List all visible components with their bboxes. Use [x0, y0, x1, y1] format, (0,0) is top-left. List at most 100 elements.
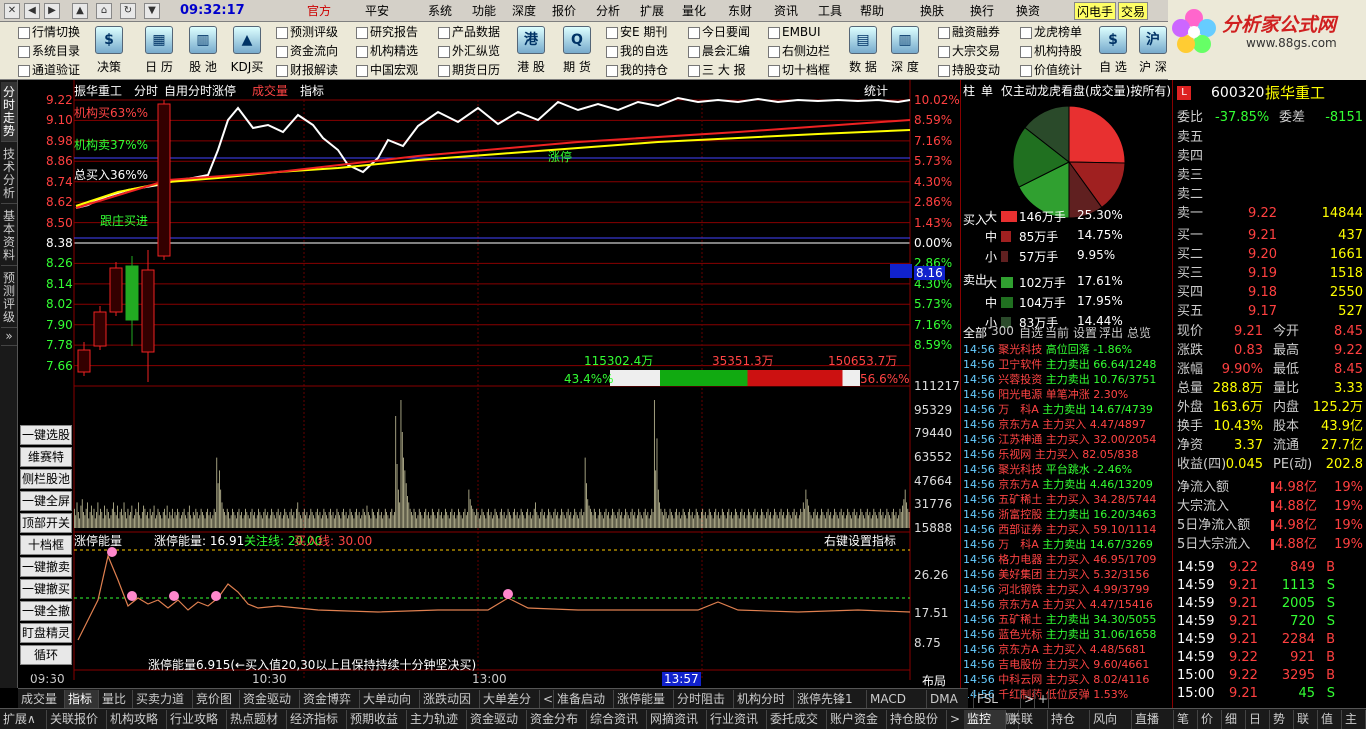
status-right-tab-7[interactable]: 细: [1222, 710, 1246, 729]
chart-header-1[interactable]: 分时: [134, 82, 158, 99]
monitor-row[interactable]: 14:56 吉电股份 主力买入 9.60/4661: [963, 657, 1171, 672]
indicator-tab-7[interactable]: 大单动向: [360, 690, 420, 708]
indicator-tab-10[interactable]: <: [540, 690, 554, 708]
stats-button[interactable]: 统计: [864, 82, 888, 99]
toolbar-button-4[interactable]: 港港 股: [506, 24, 556, 78]
toolbar-check-4-1[interactable]: 我的自选: [604, 43, 668, 60]
home-icon[interactable]: ⌂: [96, 3, 112, 19]
menu-item-6[interactable]: 分析: [592, 2, 624, 20]
status-right-tab-3[interactable]: 风向: [1090, 710, 1132, 729]
indicator-tab-13[interactable]: 分时阻击: [674, 690, 734, 708]
down-icon[interactable]: ▼: [144, 3, 160, 19]
toolbar-check-7-1[interactable]: 大宗交易: [936, 43, 1000, 60]
status-right-tab-1[interactable]: 关联: [1006, 710, 1048, 729]
chart-header-2[interactable]: 自用分时涨停: [164, 82, 236, 99]
bid-row[interactable]: 买二 9.20 1661: [1175, 245, 1365, 264]
toolbar-check-0-0[interactable]: 行情切换: [16, 24, 80, 41]
indicator-tab-11[interactable]: 准备启动: [554, 690, 614, 708]
toolbar-check-1-1[interactable]: 资金流向: [274, 43, 338, 60]
monitor-filter-2[interactable]: 自选: [1019, 324, 1043, 341]
quick-button-8[interactable]: 一键全撤: [20, 601, 72, 621]
monitor-filter-4[interactable]: 设置: [1073, 324, 1097, 341]
status-right-tab-11[interactable]: 值: [1318, 710, 1342, 729]
chart-header-3[interactable]: 成交量: [252, 82, 288, 99]
menu-item-13[interactable]: 换肤: [916, 2, 948, 20]
toolbar-check-1-2[interactable]: 财报解读: [274, 62, 338, 79]
up-icon[interactable]: ▲: [72, 3, 88, 19]
bid-row[interactable]: 买四 9.18 2550: [1175, 283, 1365, 302]
toolbar-check-6-2[interactable]: 切十档框: [766, 62, 830, 79]
ask-row[interactable]: 卖二: [1175, 185, 1365, 204]
indicator-tab-20[interactable]: +: [1035, 690, 1049, 708]
monitor-row[interactable]: 14:56 卫宁软件 主力卖出 66.64/1248: [963, 357, 1171, 372]
quick-button-1[interactable]: 维赛特: [20, 447, 72, 467]
indicator-tab-15[interactable]: 涨停先锋1: [794, 690, 867, 708]
toolbar-button-7[interactable]: ▥ 深 度: [880, 24, 930, 78]
indicator-tab-16[interactable]: MACD: [867, 690, 927, 708]
side-tab-1[interactable]: 技术分析: [1, 144, 17, 204]
monitor-row[interactable]: 14:56 中科云网 主力买入 8.02/4116: [963, 672, 1171, 687]
menu-item-2[interactable]: 系统: [424, 2, 456, 20]
menu-item-14[interactable]: 换行: [966, 2, 998, 20]
monitor-row[interactable]: 14:56 万 科A 主力卖出 14.67/4739: [963, 402, 1171, 417]
monitor-row[interactable]: 14:56 格力电器 主力买入 46.95/1709: [963, 552, 1171, 567]
menu-item-7[interactable]: 扩展: [636, 2, 668, 20]
monitor-row[interactable]: 14:56 蓝色光标 主力卖出 31.06/1658: [963, 627, 1171, 642]
refresh-icon[interactable]: ↻: [120, 3, 136, 19]
indicator-tab-4[interactable]: 竞价图: [193, 690, 240, 708]
menu-item-11[interactable]: 工具: [814, 2, 846, 20]
quick-button-2[interactable]: 侧栏股池: [20, 469, 72, 489]
indicator-tab-1[interactable]: 指标: [65, 690, 99, 708]
menu-item-8[interactable]: 量化: [676, 2, 712, 20]
toolbar-check-5-0[interactable]: 今日要闻: [686, 24, 750, 41]
ask-row[interactable]: 卖一 9.22 14844: [1175, 204, 1365, 223]
monitor-row[interactable]: 14:56 京东方A 主力买入 4.47/15416: [963, 597, 1171, 612]
status-right-tab-0[interactable]: 监控: [964, 710, 1006, 729]
chart-header-0[interactable]: 振华重工: [74, 82, 122, 99]
menu-item-12[interactable]: 帮助: [856, 2, 888, 20]
status-tab-2[interactable]: 机构攻略: [107, 710, 167, 729]
toolbar-check-8-1[interactable]: 机构持股: [1018, 43, 1082, 60]
indicator-tab-8[interactable]: 涨跌动因: [420, 690, 480, 708]
indicator-tab-6[interactable]: 资金博弈: [300, 690, 360, 708]
status-right-tab-6[interactable]: 价: [1198, 710, 1222, 729]
monitor-row[interactable]: 14:56 兴蓉投资 主力卖出 10.76/3751: [963, 372, 1171, 387]
toolbar-check-4-2[interactable]: 我的持仓: [604, 62, 668, 79]
toolbar-check-2-0[interactable]: 研究报告: [354, 24, 418, 41]
side-tab-collapse-icon[interactable]: »: [1, 330, 17, 346]
bid-row[interactable]: 买三 9.19 1518: [1175, 264, 1365, 283]
menu-item-0[interactable]: 官方: [300, 2, 338, 20]
indicator-settings[interactable]: 右键设置指标: [824, 532, 896, 549]
menu-item-9[interactable]: 东财: [722, 2, 758, 20]
status-tab-15[interactable]: 持仓股份: [887, 710, 947, 729]
monitor-filter-3[interactable]: 当前: [1045, 324, 1069, 341]
monitor-filter-6[interactable]: 总览: [1127, 324, 1151, 341]
toolbar-check-3-2[interactable]: 期货日历: [436, 62, 500, 79]
monitor-row[interactable]: 14:56 京东方A 主力买入 4.48/5681: [963, 642, 1171, 657]
forward-icon[interactable]: ▶: [44, 3, 60, 19]
toolbar-check-3-0[interactable]: 产品数据: [436, 24, 500, 41]
monitor-row[interactable]: 14:56 聚光科技 高位回落 -1.86%: [963, 342, 1171, 357]
side-tab-2[interactable]: 基本资料: [1, 206, 17, 266]
quick-button-6[interactable]: 一键撤卖: [20, 557, 72, 577]
toolbar-button-2[interactable]: ▥ 股 池: [178, 24, 228, 78]
toolbar-check-4-0[interactable]: 安E 期刊: [604, 24, 667, 41]
toolbar-check-2-2[interactable]: 中国宏观: [354, 62, 418, 79]
monitor-row[interactable]: 14:56 乐视网 主力买入 82.05/838: [963, 447, 1171, 462]
quick-button-5[interactable]: 十档框: [20, 535, 72, 555]
side-tab-3[interactable]: 预测评级: [1, 268, 17, 328]
close-icon[interactable]: ✕: [4, 3, 20, 19]
indicator-tab-9[interactable]: 大单差分: [480, 690, 540, 708]
toolbar-check-0-2[interactable]: 通道验证: [16, 62, 80, 79]
mid-tab-3[interactable]: 龙虎看盘(成交量)按所有): [1037, 82, 1171, 99]
indicator-tab-18[interactable]: FSL: [974, 690, 1021, 708]
monitor-row[interactable]: 14:56 西部证券 主力买入 59.10/1114: [963, 522, 1171, 537]
status-tab-1[interactable]: 关联报价: [47, 710, 107, 729]
ask-row[interactable]: 卖五: [1175, 128, 1365, 147]
chart-header-4[interactable]: 指标: [300, 82, 324, 99]
toolbar-check-7-2[interactable]: 持股变动: [936, 62, 1000, 79]
toolbar-check-6-0[interactable]: EMBUI: [766, 24, 821, 41]
status-tab-3[interactable]: 行业攻略: [167, 710, 227, 729]
toolbar-check-2-1[interactable]: 机构精选: [354, 43, 418, 60]
menu-item-17[interactable]: 交易: [1118, 2, 1148, 20]
